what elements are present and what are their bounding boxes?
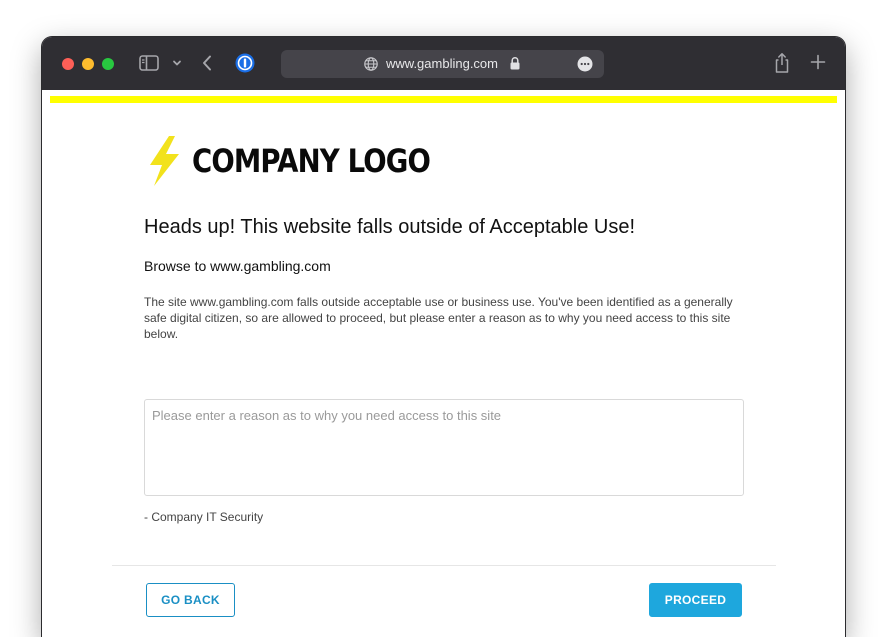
accent-bar: [50, 96, 837, 103]
more-icon[interactable]: [577, 56, 593, 72]
password-manager-icon[interactable]: [234, 52, 256, 74]
close-window-button[interactable]: [62, 58, 74, 70]
minimize-window-button[interactable]: [82, 58, 94, 70]
browser-window: www.gambling.com COMPANY LOGO Heads up! …: [42, 37, 845, 637]
go-back-button[interactable]: GO BACK: [146, 583, 235, 617]
url-text[interactable]: www.gambling.com: [386, 56, 498, 72]
zoom-window-button[interactable]: [102, 58, 114, 70]
company-logo: COMPANY LOGO: [144, 135, 469, 187]
proceed-button[interactable]: PROCEED: [649, 583, 742, 617]
description-text: The site www.gambling.com falls outside …: [144, 295, 733, 341]
page-content: COMPANY LOGO Heads up! This website fall…: [42, 90, 845, 637]
browse-to-line: Browse to www.gambling.com: [144, 258, 331, 274]
lightning-bolt-icon: [150, 136, 179, 186]
back-icon[interactable]: [200, 53, 214, 73]
address-bar[interactable]: www.gambling.com: [281, 50, 604, 78]
page-heading: Heads up! This website falls outside of …: [144, 216, 636, 238]
sidebar-icon[interactable]: [139, 54, 159, 72]
plus-icon[interactable]: [809, 53, 827, 71]
browser-toolbar: www.gambling.com: [42, 37, 845, 90]
chevron-down-icon[interactable]: [170, 54, 184, 72]
signature-text: - Company IT Security: [144, 510, 264, 524]
globe-icon: [363, 56, 379, 72]
share-icon[interactable]: [772, 51, 792, 75]
reason-input[interactable]: [144, 399, 744, 496]
divider: [112, 565, 776, 566]
lock-icon: [509, 56, 521, 71]
logo-text: COMPANY LOGO: [192, 142, 431, 180]
